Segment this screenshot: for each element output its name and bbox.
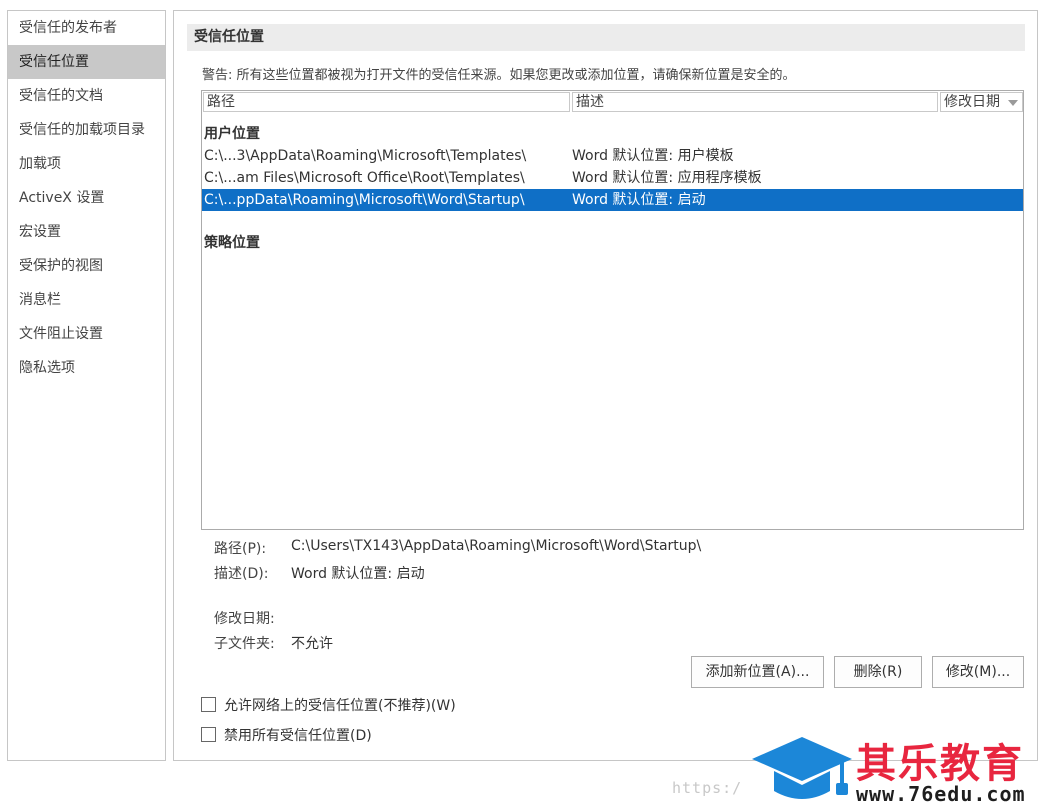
detail-description-label: 描述(D): [214,566,269,582]
nav-item-privacy-options[interactable]: 隐私选项 [8,351,165,385]
group-label-user-locations: 用户位置 [204,126,260,142]
nav-item-trusted-locations[interactable]: 受信任位置 [8,45,165,79]
group-label-policy-locations: 策略位置 [204,235,260,251]
nav-item-activex-settings[interactable]: ActiveX 设置 [8,181,165,215]
nav-item-trusted-publishers[interactable]: 受信任的发布者 [8,11,165,45]
list-item-path: C:\...3\AppData\Roaming\Microsoft\Templa… [204,148,527,164]
nav-item-file-block-settings[interactable]: 文件阻止设置 [8,317,165,351]
list-item-description: Word 默认位置: 用户模板 [572,148,734,164]
disable-all-locations-label: 禁用所有受信任位置(D) [224,728,372,744]
remove-button[interactable]: 删除(R) [834,656,922,688]
checkbox-box[interactable] [201,727,216,742]
checkbox-box[interactable] [201,697,216,712]
list-item-path: C:\...am Files\Microsoft Office\Root\Tem… [204,170,525,186]
brand-title: 其乐教育 [856,741,1024,787]
detail-subfolder-value: 不允许 [291,636,333,652]
warning-text: 警告: 所有这些位置都被视为打开文件的受信任来源。如果您更改或添加位置，请确保新… [202,68,796,83]
nav-item-trusted-documents[interactable]: 受信任的文档 [8,79,165,113]
modify-button[interactable]: 修改(M)... [932,656,1024,688]
brand-site: www.76edu.com [856,782,1026,806]
watermark-url-text: https:/ [672,779,743,797]
nav-item-protected-view[interactable]: 受保护的视图 [8,249,165,283]
detail-path-label: 路径(P): [214,541,267,557]
list-item[interactable]: C:\...3\AppData\Roaming\Microsoft\Templa… [202,145,1023,167]
locations-list[interactable]: 路径 描述 修改日期 用户位置 C:\...3\AppData\Roaming\… [201,90,1024,530]
detail-subfolder-label: 子文件夹: [214,636,275,652]
detail-path-value: C:\Users\TX143\AppData\Roaming\Microsoft… [291,538,702,554]
brand-logo: 其乐教育 www.76edu.com [748,729,1045,809]
allow-network-locations-label: 允许网络上的受信任位置(不推荐)(W) [224,698,456,714]
nav-item-macro-settings[interactable]: 宏设置 [8,215,165,249]
trusted-locations-panel: 受信任位置 警告: 所有这些位置都被视为打开文件的受信任来源。如果您更改或添加位… [173,10,1038,761]
add-new-location-button[interactable]: 添加新位置(A)... [691,656,824,688]
detail-description-value: Word 默认位置: 启动 [291,566,425,582]
section-title: 受信任位置 [187,24,1025,51]
nav-item-addins[interactable]: 加载项 [8,147,165,181]
column-header-date[interactable]: 修改日期 [940,92,1023,112]
nav-item-trusted-addin-catalogs[interactable]: 受信任的加载项目录 [8,113,165,147]
column-header-path[interactable]: 路径 [203,92,570,112]
column-header-description[interactable]: 描述 [572,92,938,112]
column-header-date-label: 修改日期 [944,94,1000,110]
list-item-description: Word 默认位置: 启动 [572,192,706,208]
nav-item-message-bar[interactable]: 消息栏 [8,283,165,317]
list-item-path: C:\...ppData\Roaming\Microsoft\Word\Star… [204,192,525,208]
graduation-cap-icon [752,737,852,799]
category-nav: 受信任的发布者 受信任位置 受信任的文档 受信任的加载项目录 加载项 Activ… [7,10,166,761]
chevron-down-icon [1008,100,1018,106]
list-item-selected[interactable]: C:\...ppData\Roaming\Microsoft\Word\Star… [202,189,1023,211]
detail-date-label: 修改日期: [214,611,275,627]
list-header: 路径 描述 修改日期 [202,91,1023,113]
list-item-description: Word 默认位置: 应用程序模板 [572,170,762,186]
list-item[interactable]: C:\...am Files\Microsoft Office\Root\Tem… [202,167,1023,189]
